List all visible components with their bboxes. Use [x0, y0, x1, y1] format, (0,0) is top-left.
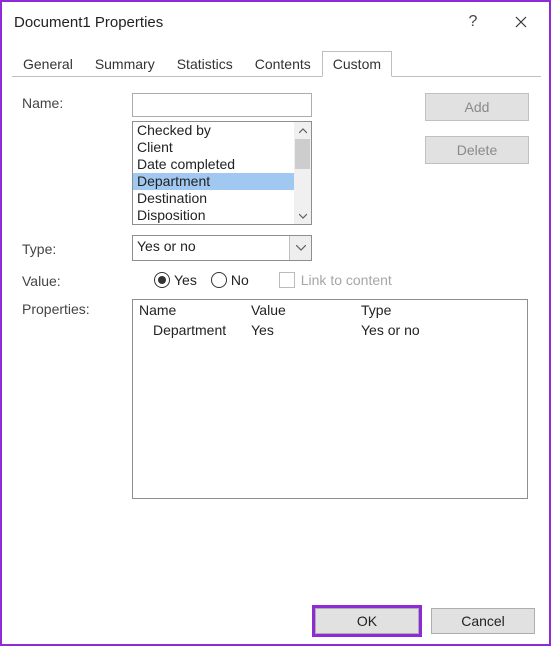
- scroll-down-icon[interactable]: [294, 207, 311, 224]
- list-item[interactable]: Date completed: [133, 156, 294, 173]
- help-button[interactable]: ?: [449, 6, 497, 38]
- add-button[interactable]: Add: [425, 93, 529, 121]
- list-item[interactable]: Checked by: [133, 122, 294, 139]
- type-combo-button[interactable]: [289, 236, 311, 260]
- name-input[interactable]: [132, 93, 312, 117]
- link-to-content-checkbox: [279, 272, 295, 288]
- cell-type: Yes or no: [361, 322, 521, 338]
- type-combo[interactable]: Yes or no: [132, 235, 312, 261]
- close-icon: [515, 16, 527, 28]
- cell-value: Yes: [251, 322, 361, 338]
- cancel-button[interactable]: Cancel: [431, 608, 535, 634]
- value-radio-yes[interactable]: Yes: [154, 272, 197, 288]
- chevron-down-icon: [296, 245, 306, 251]
- dialog-footer: OK Cancel: [315, 608, 535, 634]
- table-row[interactable]: Department Yes Yes or no: [133, 320, 527, 340]
- properties-table[interactable]: Name Value Type Department Yes Yes or no: [132, 299, 528, 499]
- value-radio-group: Yes No: [154, 272, 249, 288]
- properties-label: Properties:: [22, 299, 132, 317]
- col-header-extra: [503, 302, 521, 318]
- titlebar: Document1 Properties ?: [2, 2, 549, 42]
- close-button[interactable]: [497, 6, 545, 38]
- properties-header-row: Name Value Type: [133, 300, 527, 320]
- type-combo-value: Yes or no: [133, 236, 289, 260]
- window-title: Document1 Properties: [14, 14, 449, 31]
- tab-summary[interactable]: Summary: [84, 51, 166, 77]
- tab-custom[interactable]: Custom: [322, 51, 392, 77]
- value-radio-no[interactable]: No: [211, 272, 249, 288]
- cell-name: Department: [153, 322, 251, 338]
- scroll-thumb[interactable]: [295, 139, 310, 169]
- tab-strip: General Summary Statistics Contents Cust…: [12, 50, 541, 77]
- list-item[interactable]: Client: [133, 139, 294, 156]
- type-label: Type:: [22, 239, 132, 257]
- col-header-type[interactable]: Type: [361, 302, 503, 318]
- name-label: Name:: [22, 93, 132, 111]
- scroll-up-icon[interactable]: [294, 122, 311, 139]
- list-item[interactable]: Destination: [133, 190, 294, 207]
- radio-label: No: [231, 272, 249, 288]
- tab-panel-custom: Name: Checked by Client Date completed D…: [2, 77, 549, 519]
- name-listbox[interactable]: Checked by Client Date completed Departm…: [132, 121, 312, 225]
- delete-button[interactable]: Delete: [425, 136, 529, 164]
- scrollbar[interactable]: [294, 122, 311, 224]
- col-header-name[interactable]: Name: [139, 302, 251, 318]
- tab-contents[interactable]: Contents: [244, 51, 322, 77]
- name-listbox-items: Checked by Client Date completed Departm…: [133, 122, 294, 224]
- link-to-content-label: Link to content: [301, 272, 392, 288]
- list-item[interactable]: Disposition: [133, 207, 294, 224]
- value-label: Value:: [22, 271, 132, 289]
- link-to-content: Link to content: [279, 272, 392, 288]
- radio-label: Yes: [174, 272, 197, 288]
- tab-general[interactable]: General: [12, 51, 84, 77]
- radio-icon: [154, 272, 170, 288]
- list-item[interactable]: Department: [133, 173, 294, 190]
- col-header-value[interactable]: Value: [251, 302, 361, 318]
- tab-statistics[interactable]: Statistics: [166, 51, 244, 77]
- radio-icon: [211, 272, 227, 288]
- ok-button[interactable]: OK: [315, 608, 419, 634]
